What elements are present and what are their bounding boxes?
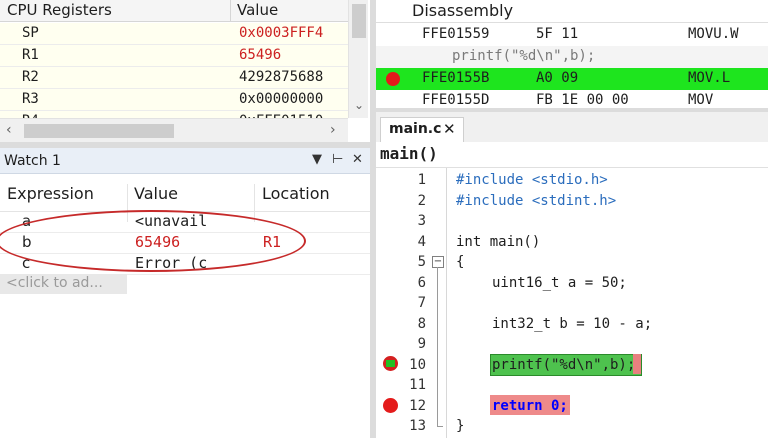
- code-line[interactable]: uint16_t a = 50;: [492, 275, 627, 291]
- line-number: 9: [417, 336, 426, 352]
- expression-column-header[interactable]: Expression: [7, 184, 94, 203]
- register-name: R3: [22, 91, 39, 107]
- disassembly-title: Disassembly: [412, 1, 514, 20]
- source-text: printf("%d\n",b);: [452, 48, 596, 64]
- disassembly-header: Disassembly: [376, 0, 768, 23]
- registers-name-column-header[interactable]: CPU Registers: [7, 1, 112, 19]
- line-number: 11: [409, 377, 426, 393]
- location-column-header[interactable]: Location: [262, 184, 330, 203]
- tab-label: main.c: [389, 121, 442, 137]
- code-line[interactable]: #include <stdint.h>: [456, 193, 616, 209]
- register-row[interactable]: R1 65496: [0, 45, 348, 67]
- register-row[interactable]: SP 0x0003FFF4: [0, 23, 348, 45]
- code-line[interactable]: int32_t b = 10 - a;: [492, 316, 652, 332]
- close-tab-icon[interactable]: ✕: [443, 120, 456, 138]
- current-line-arrow-icon[interactable]: [383, 356, 398, 371]
- cpu-registers-panel: CPU Registers Value SP 0x0003FFF4 R1 654…: [0, 0, 370, 142]
- instruction-bytes: A0 09: [536, 70, 579, 86]
- pin-icon[interactable]: ⊢: [332, 152, 343, 167]
- instruction-bytes: 5F 11: [536, 26, 579, 42]
- instruction-address: FFE01559: [422, 26, 490, 42]
- instruction-address: FFE0155B: [422, 70, 490, 86]
- add-watch-placeholder[interactable]: <click to ad...: [0, 274, 127, 294]
- line-number: 3: [417, 213, 426, 229]
- register-value: 0x00000000: [239, 91, 324, 107]
- current-function: main(): [380, 144, 438, 163]
- scrollbar-thumb[interactable]: [352, 4, 366, 38]
- instruction-mnemonic: MOVU.W: [688, 26, 739, 42]
- collapse-block-icon[interactable]: −: [432, 256, 444, 268]
- register-value: 65496: [239, 47, 282, 63]
- scroll-right-arrow-icon[interactable]: ›: [330, 122, 336, 138]
- line-number: 13: [409, 418, 426, 434]
- instruction-mnemonic: MOV.L: [688, 70, 731, 86]
- fold-guide: [437, 267, 438, 427]
- registers-vertical-scrollbar[interactable]: ⌄: [348, 0, 368, 118]
- tab-main-c[interactable]: main.c ✕: [380, 117, 464, 143]
- register-name: R1: [22, 47, 39, 63]
- code-line[interactable]: }: [456, 418, 464, 434]
- column-divider[interactable]: [230, 0, 231, 22]
- line-number: 8: [417, 316, 426, 332]
- registers-horizontal-scrollbar[interactable]: ‹ ›: [0, 118, 348, 142]
- disassembly-current-row[interactable]: FFE0155B A0 09 MOV.L: [376, 68, 768, 90]
- function-navigation-bar[interactable]: main(): [376, 142, 768, 168]
- register-value: 4292875688: [239, 69, 324, 85]
- instruction-mnemonic: MOV: [688, 92, 714, 108]
- breakpoint-icon[interactable]: [386, 72, 400, 86]
- register-name: R2: [22, 69, 39, 85]
- scroll-down-arrow-icon[interactable]: ⌄: [354, 98, 364, 112]
- register-row[interactable]: R3 0x00000000: [0, 89, 348, 111]
- code-line[interactable]: return 0;: [492, 398, 568, 414]
- dropdown-arrow-icon[interactable]: ▼: [312, 152, 322, 167]
- watch-panel-titlebar: Watch 1 ▼ ⊢ ✕: [0, 148, 370, 174]
- scroll-left-arrow-icon[interactable]: ‹: [6, 122, 12, 138]
- code-line[interactable]: printf("%d\n",b);: [492, 357, 635, 373]
- watch-header: Expression Value Location: [0, 174, 370, 222]
- code-line[interactable]: {: [456, 254, 464, 270]
- line-number: 10: [409, 357, 426, 373]
- code-line[interactable]: #include <stdio.h>: [456, 172, 608, 188]
- code-line[interactable]: int main(): [456, 234, 540, 250]
- close-icon[interactable]: ✕: [352, 152, 363, 167]
- disassembly-source-line[interactable]: printf("%d\n",b);: [376, 46, 768, 68]
- annotation-ellipse: [0, 210, 306, 272]
- gutter-divider: [446, 168, 447, 438]
- value-column-header[interactable]: Value: [134, 184, 178, 203]
- registers-header: CPU Registers Value: [0, 0, 348, 22]
- line-number: 2: [417, 193, 426, 209]
- register-value: 0x0003FFF4: [239, 25, 324, 41]
- line-number: 6: [417, 275, 426, 291]
- line-number: 12: [409, 398, 426, 414]
- scrollbar-thumb[interactable]: [24, 124, 174, 138]
- line-number: 7: [417, 295, 426, 311]
- arrow-shape: [386, 360, 395, 367]
- line-number: 4: [417, 234, 426, 250]
- instruction-address: FFE0155D: [422, 92, 490, 108]
- line-number: 5: [417, 254, 426, 270]
- instruction-bytes: FB 1E 00 00: [536, 92, 629, 108]
- editor-tab-bar: main.c ✕: [376, 112, 768, 143]
- registers-value-column-header[interactable]: Value: [237, 1, 278, 19]
- line-number: 1: [417, 172, 426, 188]
- disassembly-row[interactable]: FFE01559 5F 11 MOVU.W: [376, 24, 768, 46]
- breakpoint-icon[interactable]: [383, 398, 398, 413]
- watch-panel-title: Watch 1: [4, 153, 61, 169]
- register-row[interactable]: R2 4292875688: [0, 67, 348, 89]
- register-name: SP: [22, 25, 39, 41]
- fold-guide-end: [437, 426, 443, 427]
